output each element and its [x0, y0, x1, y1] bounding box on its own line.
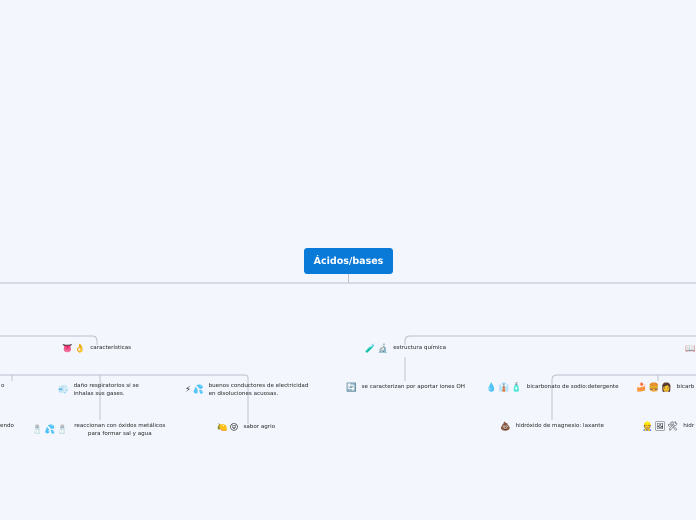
tongue-icon: 👅 [62, 344, 73, 354]
poop-icon: 💩 [500, 422, 511, 432]
topic-label: buenos conductores de electricidad en di… [208, 383, 309, 397]
topic-right-bicarb[interactable]: 🍰 🍔 👩 bicarb [636, 384, 694, 393]
salt-shaker-icon: 🧂 [57, 425, 68, 436]
topic-label: sabor agrio [243, 424, 276, 431]
topic-label: características [90, 345, 132, 352]
mind-map-canvas: Ácidos/bases 👅 👌 características 🧪 🔬 est… [0, 0, 696, 520]
topic-dano-respiratorio[interactable]: 💨 daño respiratorios si se inhalas sus g… [58, 383, 146, 398]
test-tube-icon: 🧪 [365, 344, 376, 354]
topic-label: hidróxido de magnesio: laxante [515, 423, 604, 430]
topic-label: hidr [683, 423, 695, 430]
topic-left-cut-a[interactable]: o [0, 383, 4, 391]
connector-bicarbonato-bus [551, 374, 696, 420]
root-title: Ácidos/bases [313, 255, 384, 267]
root-topic[interactable]: Ácidos/bases [304, 248, 393, 274]
topic-conductores[interactable]: ⚡ 💦 buenos conductores de electricidad e… [185, 383, 311, 398]
woman-icon: 👩 [661, 383, 672, 393]
connector-estructura [404, 335, 696, 345]
wind-icon: 💨 [58, 385, 69, 396]
picture-icon: 🖼 [654, 422, 666, 432]
topic-estructura-quimica[interactable]: 🧪 🔬 estructura química [365, 345, 446, 354]
topic-hidroxido-magnesio[interactable]: 💩 hidróxido de magnesio: laxante [500, 423, 604, 432]
topic-sabor-agrio[interactable]: 🍋 😝 sabor agrio [217, 424, 275, 433]
topic-label: endo [0, 423, 14, 429]
book-icon: 📖 [685, 344, 696, 354]
topic-label: daño respiratorios si se inhalas sus gas… [73, 383, 139, 397]
worker-icon: 👷 [642, 422, 653, 432]
topic-label: estructura química [393, 345, 447, 352]
topic-right-hidr[interactable]: 👷 🖼 🛠 hidr [642, 423, 694, 432]
shirt-icon: 👔 [498, 383, 510, 393]
topic-label: bicarb [676, 384, 695, 391]
lemon-icon: 🍋 [217, 423, 228, 433]
microscope-icon: 🔬 [377, 344, 389, 354]
cycle-icon: 🔄 [346, 383, 357, 393]
topic-right-cut[interactable]: 📖 [685, 345, 696, 354]
topic-label: reaccionan con óxidos metálicos para for… [74, 423, 166, 437]
topic-bicarbonato[interactable]: 💧 👔 🧴 bicarbonato de sodio:detergente [486, 384, 619, 393]
topic-label: o [1, 383, 5, 389]
burger-icon: 🍔 [648, 383, 660, 393]
topic-caracteristicas[interactable]: 👅 👌 características [62, 345, 131, 354]
droplets-icon: 💦 [44, 425, 56, 436]
topic-label: bicarbonato de sodio:detergente [526, 384, 619, 391]
topic-left-cut-b[interactable]: endo [0, 423, 14, 431]
topic-reaccionan[interactable]: 🧂 💦 🧂 reaccionan con óxidos metálicos pa… [32, 423, 167, 438]
salt-icon: 🧂 [32, 425, 43, 436]
droplets-icon: 💦 [192, 385, 204, 396]
lightning-icon: ⚡ [185, 385, 191, 396]
topic-label: se caracterizan por aportar iones OH [361, 384, 465, 391]
cake-icon: 🍰 [636, 383, 647, 393]
tools-icon: 🛠 [667, 422, 679, 432]
drop-icon: 💧 [486, 383, 497, 393]
bottle-icon: 🧴 [511, 383, 522, 393]
topic-iones-oh[interactable]: 🔄 se caracterizan por aportar iones OH [346, 384, 465, 393]
ok-hand-icon: 👌 [74, 344, 86, 354]
tongue-face-icon: 😝 [229, 423, 239, 433]
